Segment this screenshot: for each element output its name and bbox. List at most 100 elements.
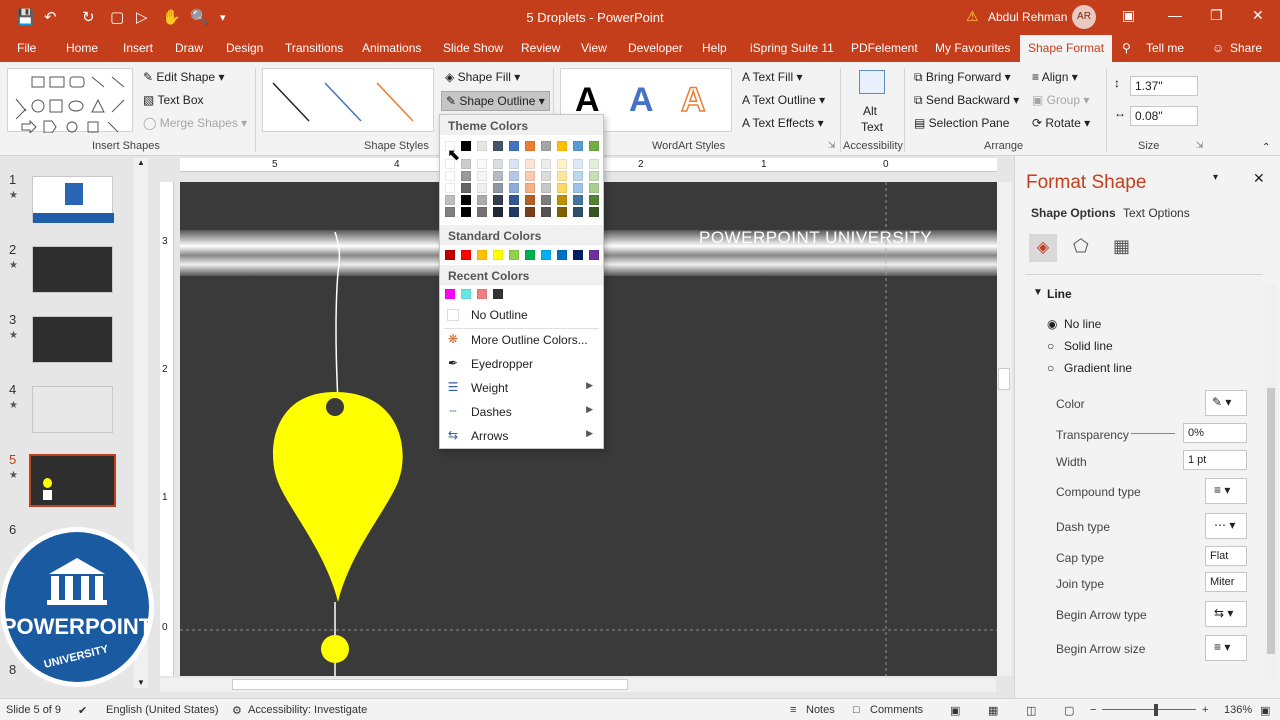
- text-effects-button[interactable]: A Text Effects ▾: [742, 116, 824, 130]
- tab-design[interactable]: Design: [226, 35, 263, 62]
- shape-width-input[interactable]: 0.08": [1130, 106, 1198, 126]
- close-pane-icon[interactable]: ✕: [1253, 170, 1265, 187]
- standard-color-swatch[interactable]: [557, 250, 567, 260]
- solid-line-label[interactable]: Solid line: [1064, 339, 1113, 353]
- theme-color-shade-swatch[interactable]: [477, 159, 487, 169]
- compound-type-dropdown[interactable]: ≡ ▾: [1205, 478, 1247, 504]
- theme-color-shade-swatch[interactable]: [525, 183, 535, 193]
- theme-color-shade-swatch[interactable]: [461, 183, 471, 193]
- theme-color-shade-swatch[interactable]: [461, 171, 471, 181]
- theme-color-shade-swatch[interactable]: [493, 171, 503, 181]
- merge-shapes-button[interactable]: ◯ Merge Shapes ▾: [143, 116, 247, 130]
- fit-slide-icon[interactable]: ▣: [1260, 704, 1270, 717]
- slide-thumbnail-3[interactable]: [32, 316, 113, 363]
- slide-vertical-scrollbar[interactable]: [997, 182, 1012, 676]
- avatar[interactable]: AR: [1072, 5, 1096, 29]
- theme-color-shade-swatch[interactable]: [509, 195, 519, 205]
- theme-color-swatch[interactable]: [589, 141, 599, 151]
- weight-item[interactable]: ☰ Weight ▶: [440, 377, 603, 399]
- zoom-in-icon[interactable]: +: [1202, 704, 1208, 716]
- scroll-thumb[interactable]: [998, 368, 1010, 390]
- theme-color-shade-swatch[interactable]: [525, 171, 535, 181]
- wordart-dialog-launcher-icon[interactable]: ⇲: [828, 140, 836, 151]
- zoom-slider[interactable]: [1102, 709, 1196, 710]
- tab-home[interactable]: Home: [66, 35, 98, 62]
- theme-color-shade-swatch[interactable]: [589, 171, 599, 181]
- recent-color-swatch[interactable]: [493, 289, 503, 299]
- shape-outline-button[interactable]: ✎ Shape Outline ▾: [441, 91, 550, 111]
- begin-arrow-size-dropdown[interactable]: ≡ ▾: [1205, 635, 1247, 661]
- spell-check-icon[interactable]: ✔: [78, 704, 87, 717]
- maximize-icon[interactable]: ❐: [1210, 7, 1223, 24]
- theme-color-shade-swatch[interactable]: [541, 183, 551, 193]
- rotate-button[interactable]: ⟳ Rotate ▾: [1032, 116, 1090, 130]
- shape-styles-gallery[interactable]: [262, 68, 434, 132]
- shape-fill-button[interactable]: ◈ Shape Fill ▾: [445, 70, 520, 84]
- theme-color-shade-swatch[interactable]: [557, 159, 567, 169]
- theme-color-swatch[interactable]: [557, 141, 567, 151]
- theme-color-shade-swatch[interactable]: [589, 159, 599, 169]
- color-picker-button[interactable]: ✎ ▾: [1205, 390, 1247, 416]
- theme-color-shade-swatch[interactable]: [525, 195, 535, 205]
- standard-color-swatch[interactable]: [573, 250, 583, 260]
- slide-thumbnail-4[interactable]: [32, 386, 113, 433]
- standard-color-swatch[interactable]: [589, 250, 599, 260]
- theme-color-shade-swatch[interactable]: [557, 171, 567, 181]
- theme-color-shade-swatch[interactable]: [541, 195, 551, 205]
- theme-color-shade-swatch[interactable]: [589, 183, 599, 193]
- warning-icon[interactable]: ⚠: [966, 8, 979, 25]
- theme-color-shade-swatch[interactable]: [493, 207, 503, 217]
- effects-icon[interactable]: ⬠: [1073, 236, 1089, 257]
- theme-color-shade-swatch[interactable]: [477, 195, 487, 205]
- join-type-dropdown[interactable]: Miter: [1205, 572, 1247, 592]
- collapse-line-section-icon[interactable]: ▼: [1033, 287, 1043, 298]
- standard-color-swatch[interactable]: [493, 250, 503, 260]
- standard-color-swatch[interactable]: [477, 250, 487, 260]
- theme-color-shade-swatch[interactable]: [525, 159, 535, 169]
- recent-color-swatch[interactable]: [477, 289, 487, 299]
- theme-color-shade-swatch[interactable]: [477, 171, 487, 181]
- gradient-line-label[interactable]: Gradient line: [1064, 361, 1132, 375]
- ribbon-display-options-icon[interactable]: ▣: [1122, 7, 1135, 24]
- width-input[interactable]: 1 pt: [1183, 450, 1247, 470]
- theme-color-shade-swatch[interactable]: [445, 183, 455, 193]
- theme-color-shade-swatch[interactable]: [493, 159, 503, 169]
- recent-color-swatch[interactable]: [445, 289, 455, 299]
- text-box-button[interactable]: ▧ Text Box: [143, 93, 204, 107]
- zoom-level[interactable]: 136%: [1224, 704, 1252, 716]
- theme-color-shade-swatch[interactable]: [541, 159, 551, 169]
- theme-color-shade-swatch[interactable]: [461, 159, 471, 169]
- theme-color-shade-swatch[interactable]: [541, 207, 551, 217]
- send-backward-button[interactable]: ⧉ Send Backward ▾: [914, 93, 1019, 108]
- notes-button[interactable]: Notes: [806, 704, 835, 716]
- theme-color-swatch[interactable]: [461, 141, 471, 151]
- theme-color-shade-swatch[interactable]: [557, 183, 567, 193]
- slide-sorter-icon[interactable]: ▦: [988, 704, 998, 717]
- theme-color-shade-swatch[interactable]: [477, 183, 487, 193]
- pane-options-icon[interactable]: ▾: [1213, 172, 1218, 183]
- transparency-input[interactable]: 0%: [1183, 423, 1247, 443]
- transparency-slider[interactable]: [1131, 433, 1175, 434]
- radio-gradient-line-icon[interactable]: ○: [1047, 361, 1054, 375]
- minimize-icon[interactable]: —: [1168, 7, 1182, 23]
- theme-color-shade-swatch[interactable]: [589, 207, 599, 217]
- shapes-gallery[interactable]: [7, 68, 133, 135]
- theme-color-shade-swatch[interactable]: [557, 207, 567, 217]
- begin-arrow-type-dropdown[interactable]: ⇆ ▾: [1205, 601, 1247, 627]
- reading-view-icon[interactable]: ◫: [1026, 704, 1036, 717]
- slide-info[interactable]: Slide 5 of 9: [6, 704, 61, 716]
- line-section-header[interactable]: Line: [1047, 287, 1072, 301]
- tab-review[interactable]: Review: [521, 35, 560, 62]
- slide-horizontal-scrollbar[interactable]: [160, 678, 996, 692]
- tab-insert[interactable]: Insert: [123, 35, 153, 62]
- alt-text-button[interactable]: Alt Text: [855, 70, 889, 136]
- no-line-label[interactable]: No line: [1064, 317, 1101, 331]
- theme-color-shade-swatch[interactable]: [557, 195, 567, 205]
- slide-thumbnail-5[interactable]: [29, 454, 116, 507]
- arrows-item[interactable]: ⇆ Arrows ▶: [440, 425, 603, 447]
- theme-color-shade-swatch[interactable]: [573, 171, 583, 181]
- theme-color-shade-swatch[interactable]: [509, 207, 519, 217]
- user-name[interactable]: Abdul Rehman: [988, 10, 1067, 24]
- normal-view-icon[interactable]: ▣: [950, 704, 960, 717]
- dash-type-dropdown[interactable]: ⋯ ▾: [1205, 513, 1247, 539]
